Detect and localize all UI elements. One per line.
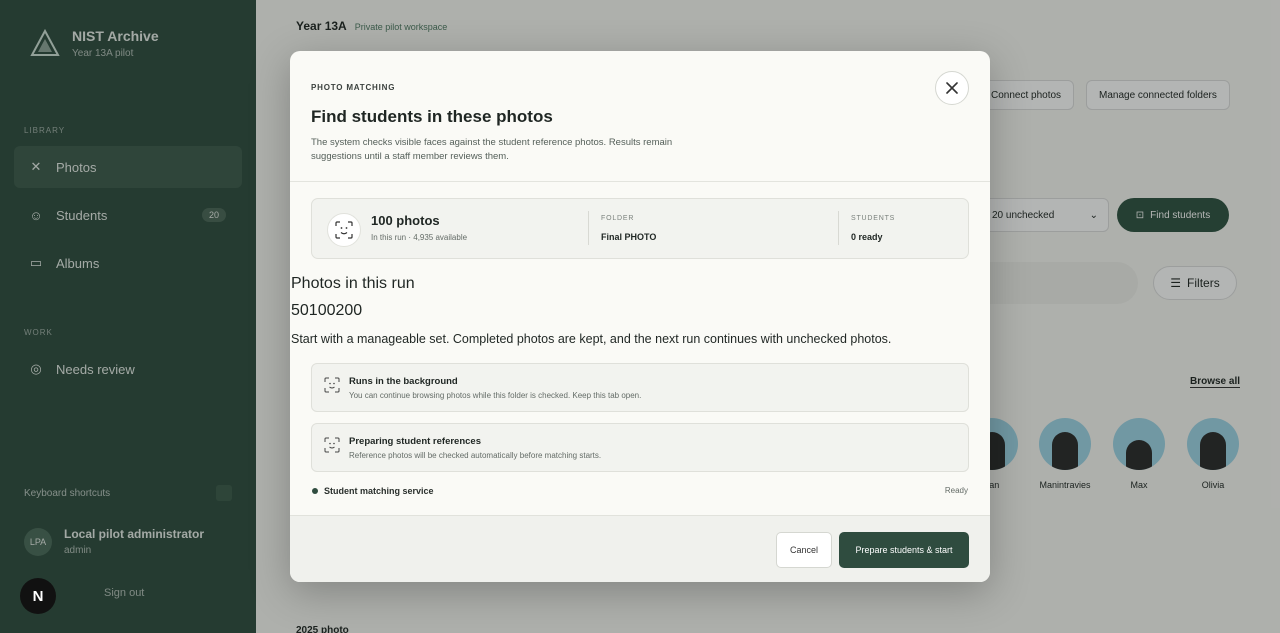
run-size-options[interactable]: 50100200 (291, 302, 362, 320)
close-icon (946, 82, 958, 94)
cancel-button[interactable]: Cancel (776, 532, 832, 568)
photo-count-meta: In this run · 4,935 available (371, 233, 468, 242)
dialog-footer: Cancel Prepare students & start (290, 515, 990, 582)
info-card-text: You can continue browsing photos while t… (349, 391, 642, 400)
divider (588, 211, 589, 245)
students-value: 0 ready (851, 232, 883, 242)
face-scan-icon (324, 377, 340, 393)
students-label: STUDENTS (851, 215, 896, 222)
service-status: Ready (944, 486, 968, 495)
status-dot-icon (312, 488, 318, 494)
find-students-dialog: PHOTO MATCHING Find students in these ph… (290, 51, 990, 582)
run-size-help: Start with a manageable set. Completed p… (291, 332, 892, 346)
info-card-references: Preparing student references Reference p… (311, 423, 969, 472)
divider (838, 211, 839, 245)
run-summary: 100 photos In this run · 4,935 available… (311, 198, 969, 259)
face-scan-icon (327, 213, 361, 247)
info-card-title: Preparing student references (349, 436, 481, 447)
service-label: Student matching service (324, 486, 434, 496)
photo-count: 100 photos (371, 213, 440, 228)
info-card-text: Reference photos will be checked automat… (349, 451, 602, 460)
dialog-eyebrow: PHOTO MATCHING (311, 83, 396, 92)
prepare-start-button[interactable]: Prepare students & start (839, 532, 969, 568)
dialog-description: The system checks visible faces against … (311, 137, 673, 162)
close-button[interactable] (935, 71, 969, 105)
next-dev-badge[interactable]: N (20, 578, 56, 614)
info-card-background: Runs in the background You can continue … (311, 363, 969, 412)
folder-value: Final PHOTO (601, 232, 657, 242)
run-size-label: Photos in this run (291, 275, 415, 292)
divider (290, 181, 990, 182)
folder-label: FOLDER (601, 215, 635, 222)
dialog-title: Find students in these photos (311, 107, 553, 126)
face-scan-icon (324, 437, 340, 453)
info-card-title: Runs in the background (349, 376, 458, 387)
